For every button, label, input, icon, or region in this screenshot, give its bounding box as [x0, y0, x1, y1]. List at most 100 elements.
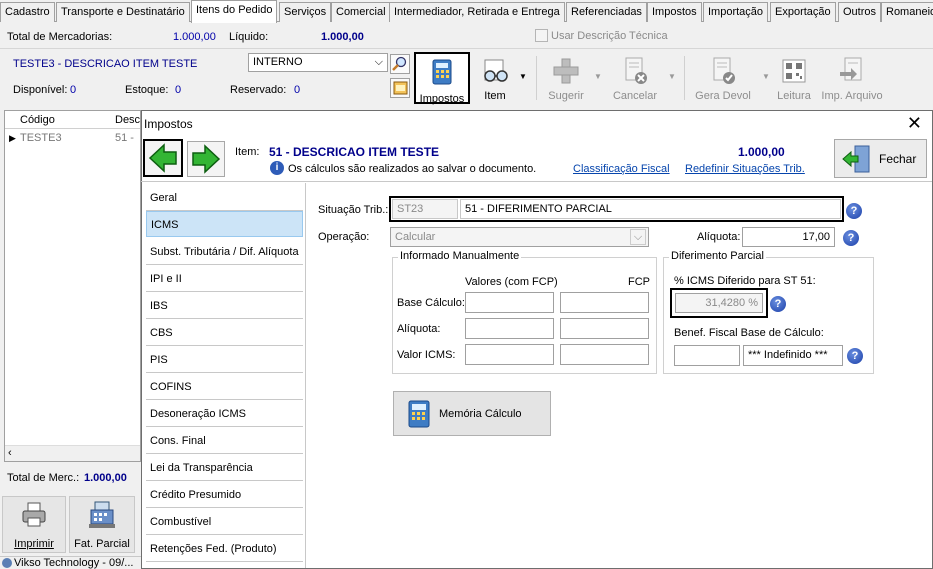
operacao-select[interactable]: Calcular ⌵	[390, 227, 649, 247]
sidebar-item-cbs[interactable]: CBS	[146, 320, 303, 346]
search-icon	[392, 56, 407, 71]
liquido-label: Líquido:	[229, 31, 269, 43]
diferido-field-wrapper: 31,4280 %	[670, 288, 768, 318]
sidebar-item-retencoes-fed[interactable]: Retenções Fed. (Produto)	[146, 536, 303, 562]
previous-item-button[interactable]	[143, 139, 183, 177]
tab-outros[interactable]: Outros	[838, 2, 882, 22]
fat-parcial-button[interactable]: Fat. Parcial	[69, 496, 135, 553]
help-icon[interactable]: ?	[843, 230, 859, 246]
sidebar-item-ibs[interactable]: IBS	[146, 293, 303, 319]
item-button-label: Item	[484, 90, 506, 102]
base-calculo-fcp-input[interactable]	[560, 292, 649, 313]
close-icon[interactable]: ✕	[907, 113, 922, 133]
sidebar-item-pis[interactable]: PIS	[146, 347, 303, 373]
leitura-button-label: Leitura	[777, 90, 811, 102]
tab-intermediador[interactable]: Intermediador, Retirada e Entrega	[389, 2, 565, 22]
table-row[interactable]: ▶ TESTE3 51 -	[5, 130, 140, 148]
imprimir-button-label: Imprimir	[14, 538, 54, 550]
gera-devol-dropdown-arrow-icon[interactable]: ▼	[762, 72, 770, 81]
sidebar-item-cons-final[interactable]: Cons. Final	[146, 428, 303, 454]
redefinir-situacoes-link[interactable]: Redefinir Situações Trib.	[685, 163, 805, 175]
aliquota-manual-label: Alíquota:	[397, 323, 441, 335]
valor-icms-fcp-input[interactable]	[560, 344, 649, 365]
estoque-value: 0	[175, 84, 182, 96]
imp-arquivo-button[interactable]: Imp. Arquivo	[819, 56, 885, 102]
diferido-input[interactable]: 31,4280 %	[675, 293, 763, 313]
cancelar-dropdown-arrow-icon[interactable]: ▼	[668, 72, 676, 81]
interno-select[interactable]: INTERNO ⌵	[248, 53, 388, 72]
sidebar-item-credito-presumido[interactable]: Crédito Presumido	[146, 482, 303, 508]
help-icon[interactable]: ?	[770, 296, 786, 312]
chevron-down-icon: ⌵	[374, 56, 383, 68]
sidebar-item-icms[interactable]: ICMS	[146, 211, 303, 237]
sidebar-item-lei-transparencia[interactable]: Lei da Transparência	[146, 455, 303, 481]
tab-importacao[interactable]: Importação	[703, 2, 769, 22]
tab-servicos[interactable]: Serviços	[279, 2, 332, 22]
row-pointer-icon: ▶	[9, 133, 16, 143]
next-item-button[interactable]	[187, 141, 225, 177]
valor-icms-label: Valor ICMS:	[397, 349, 456, 361]
leitura-button[interactable]: Leitura	[774, 56, 814, 102]
help-icon[interactable]: ?	[846, 203, 862, 219]
arrow-left-icon	[148, 143, 177, 173]
memoria-calculo-label: Memória Cálculo	[439, 408, 522, 420]
situacao-trib-desc: 51 - DIFERIMENTO PARCIAL	[460, 199, 841, 219]
cancelar-button[interactable]: Cancelar	[611, 56, 659, 102]
benef-fiscal-code-input[interactable]	[674, 345, 740, 366]
tab-transporte[interactable]: Transporte e Destinatário	[56, 2, 190, 22]
manual-group-title: Informado Manualmente	[398, 250, 522, 262]
situacao-trib-field[interactable]: ST23 51 - DIFERIMENTO PARCIAL	[389, 196, 844, 222]
scroll-left-icon[interactable]: ‹	[8, 447, 12, 459]
estoque-label: Estoque:	[125, 84, 169, 96]
sidebar-item-subst-tributaria[interactable]: Subst. Tributária / Dif. Alíquota	[146, 239, 303, 265]
note-button[interactable]	[390, 78, 410, 98]
gera-devol-button-label: Gera Devol	[695, 90, 751, 102]
tab-referenciadas[interactable]: Referenciadas	[566, 2, 647, 22]
situacao-trib-label: Situação Trib.:	[318, 204, 389, 216]
item-value: 51 - DESCRICAO ITEM TESTE	[269, 145, 440, 159]
info-text: Os cálculos são realizados ao salvar o d…	[288, 163, 537, 175]
valor-icms-input[interactable]	[465, 344, 554, 365]
tab-exportacao[interactable]: Exportação	[770, 2, 836, 22]
disponivel-value: 0	[70, 84, 77, 96]
grid-col-desc[interactable]: Desc	[115, 114, 140, 126]
gera-devol-button[interactable]: Gera Devol	[692, 56, 754, 102]
sidebar-item-cofins[interactable]: COFINS	[146, 374, 303, 400]
memoria-calculo-button[interactable]: Memória Cálculo	[393, 391, 551, 436]
sidebar-item-combustivel[interactable]: Combustível	[146, 509, 303, 535]
fechar-button[interactable]: Fechar	[834, 139, 927, 178]
interno-select-value: INTERNO	[253, 56, 303, 68]
grid-col-codigo[interactable]: Código	[20, 114, 55, 126]
tab-comercial[interactable]: Comercial	[331, 2, 391, 22]
grid-horizontal-scrollbar[interactable]: ‹	[5, 445, 140, 461]
imprimir-button[interactable]: Imprimir	[2, 496, 66, 553]
sugerir-button[interactable]: Sugerir	[545, 56, 587, 102]
base-calculo-input[interactable]	[465, 292, 554, 313]
item-button[interactable]: Item	[478, 56, 512, 102]
aliquota-manual-input[interactable]	[465, 318, 554, 339]
toolbar-separator	[536, 56, 537, 100]
fcp-label: FCP	[628, 276, 650, 288]
aliquota-fcp-input[interactable]	[560, 318, 649, 339]
tab-itens-do-pedido[interactable]: Itens do Pedido	[191, 0, 278, 23]
usar-descricao-checkbox[interactable]	[535, 29, 548, 42]
valores-com-fcp-label: Valores (com FCP)	[465, 276, 558, 288]
sidebar-item-desoneracao-icms[interactable]: Desoneração ICMS	[146, 401, 303, 427]
help-icon[interactable]: ?	[847, 348, 863, 364]
sugerir-dropdown-arrow-icon[interactable]: ▼	[594, 72, 602, 81]
dialog-divider	[141, 181, 932, 182]
sidebar-item-ipi-ii[interactable]: IPI e II	[146, 266, 303, 292]
tab-cadastro[interactable]: Cadastro	[0, 2, 55, 22]
header-divider	[0, 48, 933, 49]
tab-romaneio[interactable]: Romaneio	[881, 2, 933, 22]
item-dropdown-arrow-icon[interactable]: ▼	[519, 72, 527, 81]
item-label: Item:	[235, 146, 260, 158]
classificacao-fiscal-link[interactable]: Classificação Fiscal	[573, 163, 670, 175]
benef-fiscal-desc-input[interactable]: *** Indefinido ***	[743, 345, 843, 366]
aliquota-input[interactable]: 17,00	[742, 227, 835, 247]
tab-impostos[interactable]: Impostos	[647, 2, 702, 22]
search-button[interactable]	[390, 54, 410, 74]
impostos-button[interactable]: Impostos	[414, 52, 470, 105]
reservado-label: Reservado:	[230, 84, 287, 96]
sidebar-item-geral[interactable]: Geral	[146, 185, 303, 211]
